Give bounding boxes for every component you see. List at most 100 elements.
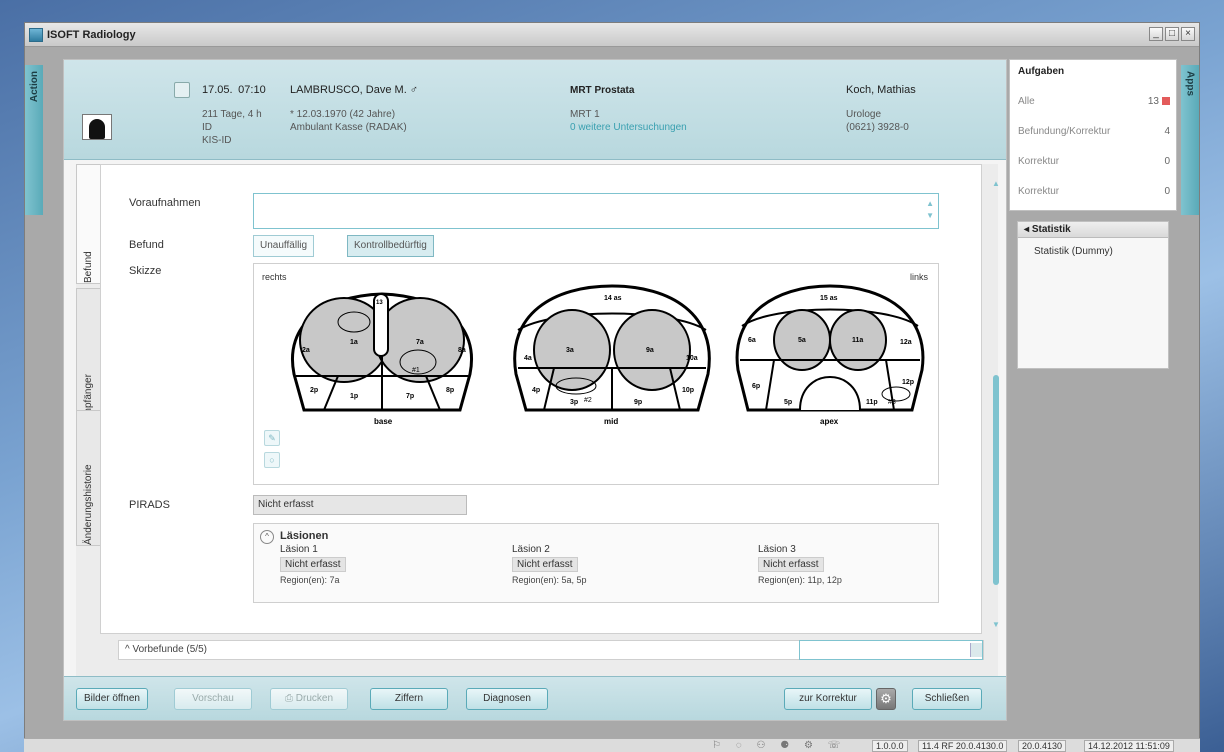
task-row-alle[interactable]: Alle 13 — [1018, 96, 1170, 107]
vorbefunde-filter-input[interactable] — [799, 640, 983, 660]
zone-3p: 3p — [570, 399, 578, 406]
gear-icon[interactable]: ⚙ — [876, 688, 896, 710]
lesion-3-status[interactable]: Nicht erfasst — [758, 557, 824, 572]
stay-duration: 211 Tage, 4 h — [202, 109, 262, 120]
zone-2a: 2a — [302, 347, 310, 354]
spin-arrows-icon[interactable]: ▲ ▼ — [926, 198, 934, 222]
tab-history-label: Änderungshistorie — [83, 464, 94, 545]
task-label: Korrektur — [1018, 186, 1060, 197]
marker-1: #1 — [412, 367, 420, 374]
zone-8a: 8a — [458, 347, 466, 354]
vorbefunde-bar[interactable]: ^ Vorbefunde (5/5) — [118, 640, 984, 660]
tab-befund[interactable]: Befund — [76, 164, 100, 284]
zone-3a: 3a — [566, 347, 574, 354]
exam-title: MRT Prostata — [570, 85, 635, 96]
minimize-button[interactable]: _ — [1149, 27, 1163, 41]
pen-tool-icon[interactable]: ✎ — [264, 430, 280, 446]
eraser-tool-icon[interactable]: ○ — [264, 452, 280, 468]
lesion-1-name: Läsion 1 — [280, 544, 318, 555]
lesion-1-status[interactable]: Nicht erfasst — [280, 557, 346, 572]
zur-korrektur-button[interactable]: zur Korrektur — [784, 688, 872, 710]
pirads-label: PIRADS — [129, 499, 170, 511]
patient-header: 17.05. 07:10 211 Tage, 4 h ID KIS-ID LAM… — [64, 60, 1006, 160]
bilder-oeffnen-button[interactable]: Bilder öffnen — [76, 688, 148, 710]
patient-name[interactable]: LAMBRUSCO, Dave M. ♂ — [290, 84, 418, 97]
befund-label: Befund — [129, 239, 164, 251]
schliessen-button[interactable]: Schließen — [912, 688, 982, 710]
diagnosen-button[interactable]: Diagnosen — [466, 688, 548, 710]
action-bar: Bilder öffnen Vorschau ⎙ Drucken Ziffern… — [64, 676, 1006, 720]
zone-10p: 10p — [682, 387, 694, 394]
zone-12a: 12a — [900, 339, 912, 346]
caption-mid: mid — [604, 417, 618, 426]
vorschau-button[interactable]: Vorschau — [174, 688, 252, 710]
marker-2: #2 — [584, 397, 592, 404]
lesion-2-name: Läsion 2 — [512, 544, 550, 555]
scroll-thumb[interactable] — [993, 375, 999, 585]
more-exams-link[interactable]: 0 weitere Untersuchungen — [570, 121, 687, 134]
unauffaellig-toggle[interactable]: Unauffällig — [253, 235, 315, 257]
prostate-zones-svg: 1a 7a 2a 8a 1p 7p 2p 8p 13 #1 base 14 as… — [291, 284, 925, 426]
pirads-field[interactable]: Nicht erfasst — [253, 495, 467, 515]
vorbefunde-label: Vorbefunde (5/5) — [132, 644, 207, 655]
collapse-icon[interactable]: ^ — [260, 530, 274, 544]
app-title: ISOFT Radiology — [47, 28, 136, 41]
document-area: Befund Empfänger Änderungshistorie Vorau… — [76, 164, 1000, 676]
lesions-panel: ^ Läsionen Läsion 1 Nicht erfasst Region… — [253, 523, 939, 603]
task-row-korrektur-1[interactable]: Korrektur 0 — [1018, 156, 1170, 167]
alert-icon — [1162, 97, 1170, 106]
kontrollbeduerftig-toggle[interactable]: Kontrollbedürftig — [347, 235, 434, 257]
station: Ambulant Kasse (RADAK) — [290, 122, 407, 133]
tab-empfaenger-label: Empfänger — [83, 374, 94, 423]
statistik-body: Statistik (Dummy) — [1034, 246, 1113, 257]
zone-11p: 11p — [866, 399, 878, 406]
scroll-down-icon[interactable]: ▼ — [991, 620, 1001, 629]
zone-1a: 1a — [350, 339, 358, 346]
base-diagram: 1a 7a 2a 8a 1p 7p 2p 8p 13 #1 base — [291, 292, 473, 426]
action-tab-label: Action — [28, 71, 40, 103]
vertical-scrollbar[interactable]: ▲ ▼ — [991, 179, 1001, 629]
tab-empfaenger[interactable]: Empfänger — [76, 288, 100, 424]
prostate-sketch[interactable]: rechts links 1a 7a 2a 8a 1p 7p 2p 8p 13 … — [253, 263, 939, 485]
close-button[interactable]: × — [1181, 27, 1195, 41]
zone-2p: 2p — [310, 387, 318, 394]
lesion-3-region: Region(en): 11p, 12p — [758, 575, 842, 585]
maximize-button[interactable]: □ — [1165, 27, 1179, 41]
app-logo-icon — [29, 27, 43, 42]
task-row-korrektur-2[interactable]: Korrektur 0 — [1018, 186, 1170, 197]
befund-form: Voraufnahmen ▲ ▼ Befund Unauffällig Kontr… — [100, 164, 1000, 634]
document-icon[interactable] — [174, 82, 190, 98]
ziffern-button[interactable]: Ziffern — [370, 688, 448, 710]
marker-3: #3 — [888, 399, 896, 406]
action-side-tab[interactable]: Action — [25, 65, 43, 215]
lesions-title: Läsionen — [280, 530, 329, 542]
apps-side-tab[interactable]: Apps — [1181, 65, 1199, 215]
tab-aenderungshistorie[interactable]: Änderungshistorie — [76, 410, 100, 546]
title-bar: ISOFT Radiology _ □ × — [25, 23, 1199, 47]
drucken-button[interactable]: ⎙ Drucken — [270, 688, 348, 710]
zone-8p: 8p — [446, 387, 454, 394]
voraufnahmen-field[interactable]: ▲ ▼ — [253, 193, 939, 229]
zone-7a: 7a — [416, 339, 424, 346]
doctor-name: Koch, Mathias — [846, 84, 916, 96]
caption-base: base — [374, 417, 393, 426]
tab-befund-label: Befund — [83, 251, 94, 283]
task-row-befundung[interactable]: Befundung/Korrektur 4 — [1018, 126, 1170, 137]
scroll-up-icon[interactable]: ▲ — [991, 179, 1001, 188]
zone-9a: 9a — [646, 347, 654, 354]
dropdown-icon[interactable] — [970, 643, 982, 657]
status-icons: ⚐ ◌ ⚇ ⚈ ⚙ ☏ — [712, 740, 847, 751]
tasks-title: Aufgaben — [1018, 66, 1065, 77]
app-window: ISOFT Radiology _ □ × Action Apps 17.05.… — [24, 22, 1200, 740]
avatar — [82, 114, 112, 140]
statistik-header[interactable]: ◂ Statistik — [1018, 222, 1168, 238]
report-panel: 17.05. 07:10 211 Tage, 4 h ID KIS-ID LAM… — [63, 59, 1007, 721]
datetime-cell: 14.12.2012 11:51:09 — [1084, 740, 1174, 752]
zone-15as: 15 as — [820, 295, 838, 302]
zone-6a: 6a — [748, 337, 756, 344]
zone-9p: 9p — [634, 399, 642, 406]
lesion-2-status[interactable]: Nicht erfasst — [512, 557, 578, 572]
birth-date: * 12.03.1970 (42 Jahre) — [290, 109, 396, 120]
voraufnahmen-label: Voraufnahmen — [129, 197, 201, 209]
doctor-phone: (0621) 3928-0 — [846, 122, 909, 133]
